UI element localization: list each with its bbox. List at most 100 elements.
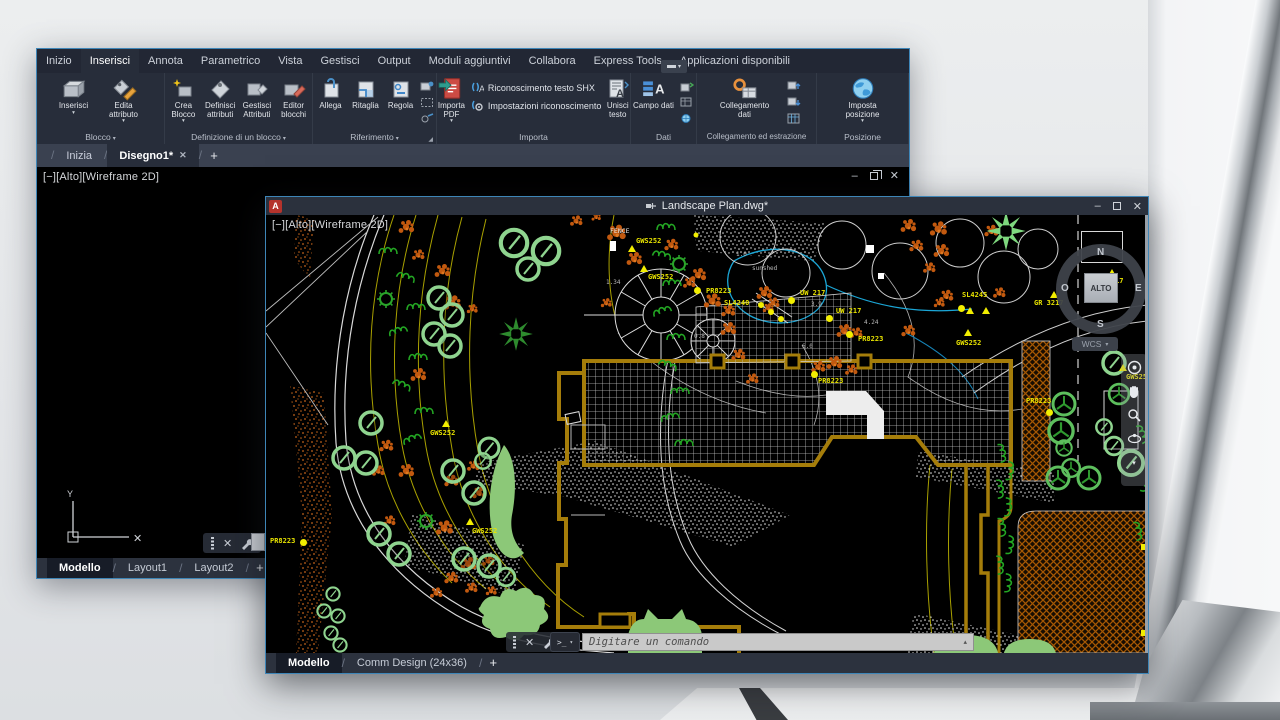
chevron-down-icon: ▾	[677, 64, 681, 70]
command-history-icon[interactable]: ▴	[963, 638, 967, 646]
viewport-controls-label[interactable]: [−][Alto][Wireframe 2D]	[272, 219, 388, 231]
landscape-plan-window: A Landscape Plan.dwg* – ✕ GWS252 GWS252 …	[265, 196, 1149, 674]
layout-tab-comm-design-24x36[interactable]: Comm Design (24x36)	[345, 653, 479, 673]
layout-tab-layout1[interactable]: Layout1	[116, 558, 179, 578]
menu-tab-express-tools[interactable]: Express Tools	[585, 49, 671, 73]
menu-tab-gestisci[interactable]: Gestisci	[311, 49, 368, 73]
command-input[interactable]: Digitare un comando ▴	[582, 633, 974, 651]
underlay-layers-button[interactable]	[418, 80, 436, 93]
upload-to-source-button[interactable]	[785, 80, 803, 93]
extract-data-button[interactable]	[785, 112, 803, 125]
close-icon[interactable]: ✕	[890, 169, 899, 182]
menu-tab-collabora[interactable]: Collabora	[520, 49, 585, 73]
viewcube[interactable]: N S O E ALTO	[1055, 231, 1147, 337]
tab-close-icon[interactable]: ✕	[179, 150, 187, 161]
navigation-wheel-icon[interactable]	[1125, 358, 1143, 376]
navbar-more-icon[interactable]: ▾	[1125, 454, 1143, 472]
menu-tab-moduli-aggiuntivi[interactable]: Moduli aggiuntivi	[420, 49, 520, 73]
menu-tab-vista[interactable]: Vista	[269, 49, 311, 73]
ribbon: Inserisci ▾ Edita attributo ▾ Blocco ▾ C…	[37, 73, 909, 144]
viewcube-north[interactable]: N	[1097, 247, 1104, 258]
minimize-icon[interactable]: –	[852, 170, 858, 182]
viewcube-west[interactable]: O	[1061, 283, 1069, 294]
file-tab-inizia[interactable]: Inizia	[54, 144, 104, 167]
menu-tab-applicazioni-disponibili[interactable]: Applicazioni disponibili	[671, 49, 799, 73]
collegamento-dati-button[interactable]: Collegamento dati	[711, 76, 779, 119]
chevron-down-icon: ▾	[569, 638, 574, 646]
chevron-down-icon: ▾	[1105, 341, 1109, 348]
dialog-launcher-icon[interactable]: ◢	[428, 133, 433, 144]
button-label: blocchi	[281, 109, 307, 119]
download-from-source-button[interactable]	[785, 96, 803, 109]
ribbon-group-blocco: Inserisci ▾ Edita attributo ▾ Blocco ▾	[37, 73, 165, 144]
group-label-riferimento[interactable]: Riferimento ▾ ◢	[313, 130, 436, 144]
group-label-blocco[interactable]: Blocco ▾	[37, 130, 164, 144]
command-line-icon-partial[interactable]	[251, 533, 265, 551]
viewcube-south[interactable]: S	[1097, 319, 1104, 330]
restore-icon[interactable]	[869, 169, 882, 180]
definisci-attributi-button[interactable]: Definisci attributi	[202, 76, 239, 119]
layout-tab-layout2[interactable]: Layout2	[182, 558, 245, 578]
riconoscimento-testo-shx-button[interactable]: A Riconoscimento testo SHX	[470, 80, 602, 95]
viewport-controls-label[interactable]: [−][Alto][Wireframe 2D]	[43, 171, 159, 183]
grip-dots-icon[interactable]	[513, 635, 517, 649]
frame-toggle-button[interactable]	[418, 96, 436, 109]
viewcube-face-top[interactable]: ALTO	[1084, 273, 1118, 303]
group-label-dati[interactable]: Dati	[631, 130, 696, 144]
ribbon-group-dati: A Campo dati Dati	[631, 73, 697, 144]
adjust-reference-icon	[389, 76, 413, 102]
menu-tab-output[interactable]: Output	[369, 49, 420, 73]
command-prompt-button[interactable]: >_ ▾	[550, 632, 580, 652]
imposta-posizione-button[interactable]: Imposta posizione ▾	[838, 76, 888, 124]
file-tab-disegno1[interactable]: Disegno1* ✕	[107, 144, 199, 167]
pan-hand-icon[interactable]	[1125, 382, 1143, 400]
update-fields-button[interactable]	[678, 80, 696, 93]
layout-tab-modello[interactable]: Modello	[276, 653, 342, 673]
menu-tab-inizio[interactable]: Inizio	[37, 49, 81, 73]
editor-blocchi-button[interactable]: Editor blocchi	[275, 76, 312, 119]
close-icon[interactable]: ✕	[525, 636, 534, 649]
group-label-collegamento[interactable]: Collegamento ed estrazione	[697, 130, 816, 144]
regola-button[interactable]: Regola	[384, 76, 418, 111]
new-layout-button[interactable]: +	[482, 653, 504, 673]
inserisci-button[interactable]: Inserisci ▾	[52, 76, 96, 116]
maximize-icon[interactable]	[1112, 202, 1121, 210]
chevron-down-icon: ▾	[282, 136, 286, 142]
allega-button[interactable]: Allega	[314, 76, 348, 111]
wcs-label: WCS	[1081, 339, 1102, 349]
vertical-scrollbar[interactable]	[1145, 215, 1148, 653]
group-label-posizione[interactable]: Posizione	[817, 130, 908, 144]
minimize-icon[interactable]: –	[1095, 200, 1101, 212]
unisci-testo-button[interactable]: A Unisci testo	[605, 76, 630, 119]
zoom-icon[interactable]	[1125, 406, 1143, 424]
close-icon[interactable]: ✕	[223, 537, 232, 550]
gestisci-attributi-button[interactable]: Gestisci Attributi	[239, 76, 276, 119]
group-label-definizione[interactable]: Definizione di un blocco ▾	[165, 130, 312, 144]
viewcube-east[interactable]: E	[1135, 283, 1142, 294]
wcs-dropdown[interactable]: WCS ▾	[1072, 337, 1118, 351]
button-label: dati	[738, 109, 751, 119]
ole-object-button[interactable]	[678, 96, 696, 109]
hyperlink-globe-button[interactable]	[678, 112, 696, 125]
plan-drawing-canvas[interactable]: GWS252 GWS252 PR8223 SL4240 UW 217 UW 217 PR82…	[266, 215, 1148, 653]
edita-attributo-button[interactable]: Edita attributo ▾	[98, 76, 150, 124]
ribbon-collapse-button[interactable]: ▾	[661, 60, 687, 73]
grip-dots-icon[interactable]	[211, 536, 215, 550]
menu-tab-parametrico[interactable]: Parametrico	[192, 49, 269, 73]
campo-dati-button[interactable]: A Campo dati	[632, 76, 676, 111]
snap-underlay-button[interactable]	[418, 112, 436, 125]
ritaglia-button[interactable]: Ritaglia	[348, 76, 384, 111]
floating-title-bar[interactable]: A Landscape Plan.dwg* – ✕	[266, 197, 1148, 215]
layout-tab-modello[interactable]: Modello	[47, 558, 113, 578]
impostazioni-riconoscimento-button[interactable]: Impostazioni riconoscimento	[470, 98, 601, 113]
group-label-importa[interactable]: Importa	[437, 130, 630, 144]
close-icon[interactable]: ✕	[1133, 200, 1142, 213]
new-drawing-tab-button[interactable]: +	[202, 144, 226, 167]
ribbon-group-collegamento: Collegamento dati Collegamento ed estrazi…	[697, 73, 817, 144]
menu-tab-inserisci[interactable]: Inserisci	[80, 49, 140, 73]
orbit-icon[interactable]	[1125, 430, 1143, 448]
importa-pdf-button[interactable]: Importa PDF ▾	[437, 76, 466, 124]
menu-tab-annota[interactable]: Annota	[139, 49, 192, 73]
button-label: Inserisci	[58, 101, 89, 110]
crea-blocco-button[interactable]: Crea Blocco ▾	[165, 76, 202, 124]
